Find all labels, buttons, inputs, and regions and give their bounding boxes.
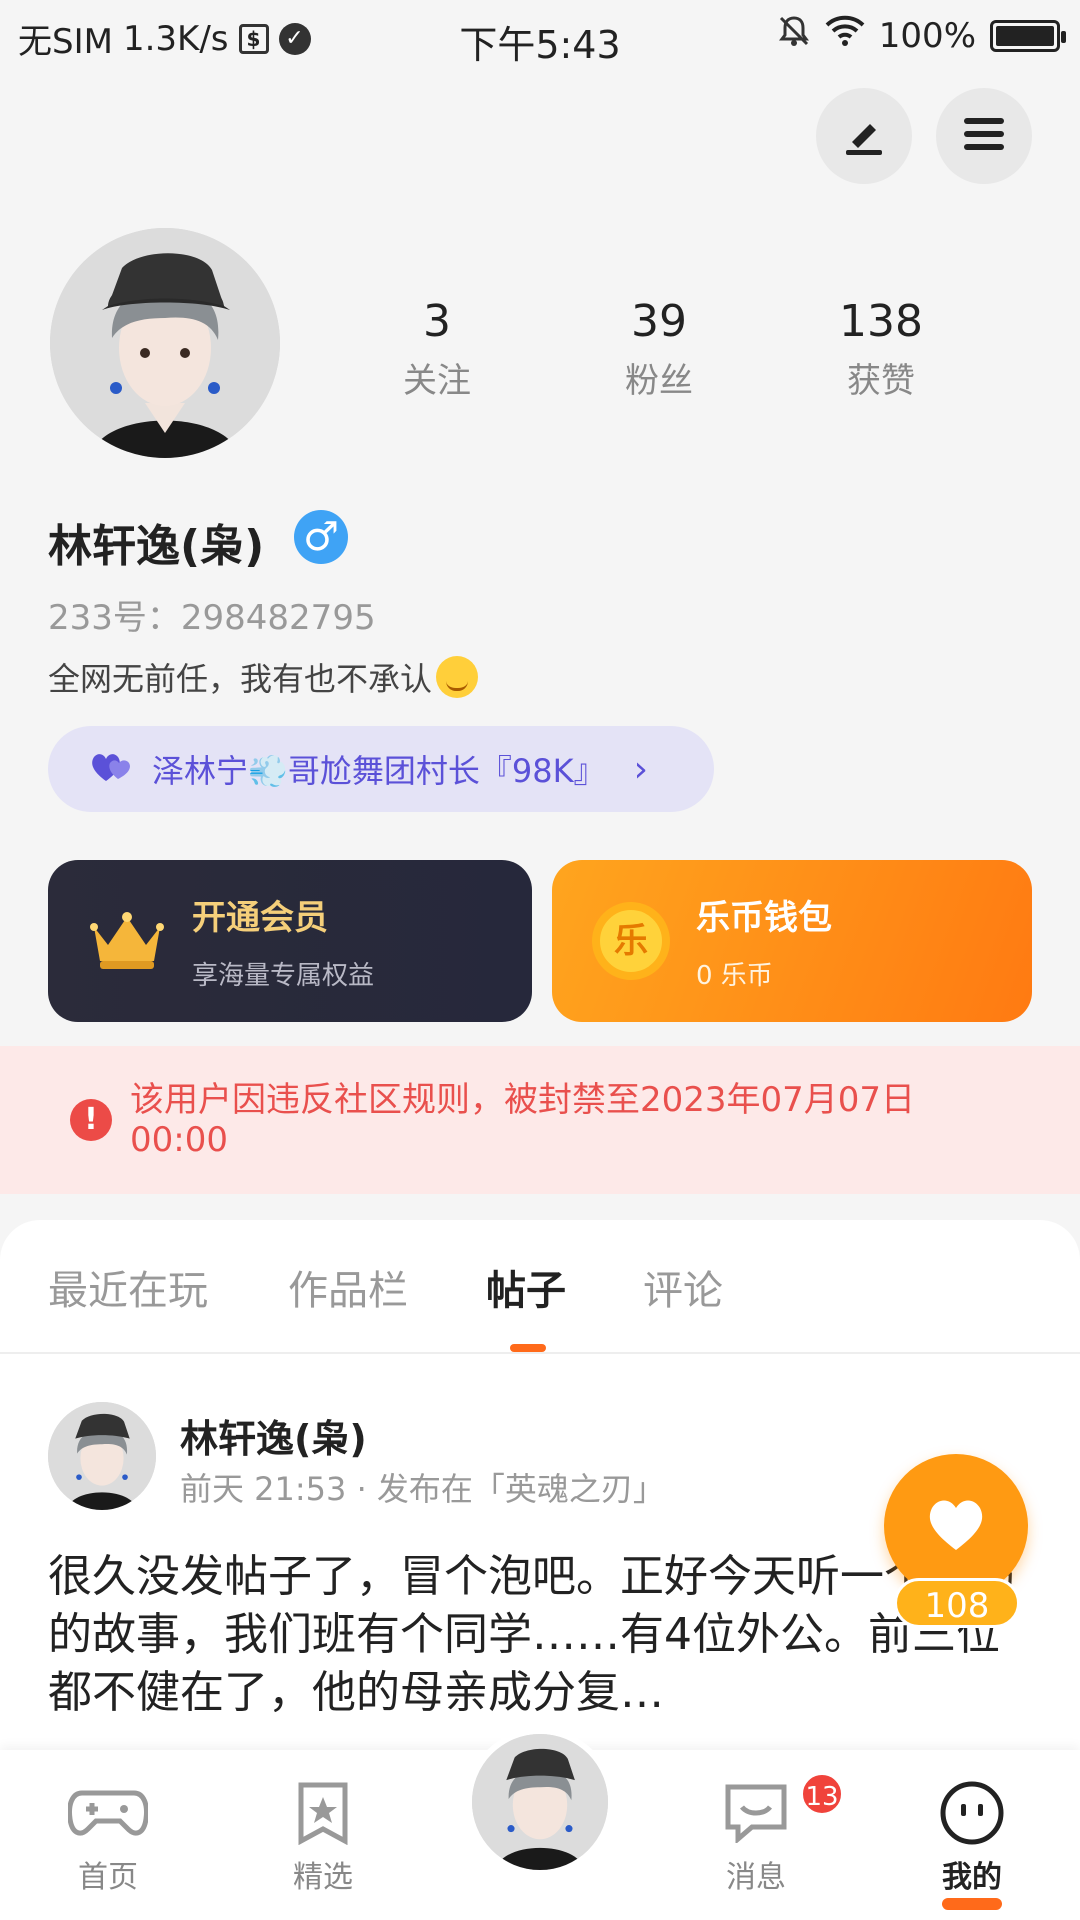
chevron-right-icon: › bbox=[633, 748, 648, 790]
center-avatar-button[interactable] bbox=[466, 1728, 614, 1876]
gamepad-icon bbox=[68, 1778, 148, 1848]
username: 林轩逸(枭) bbox=[48, 521, 265, 572]
vip-title: 开通会员 bbox=[192, 898, 328, 938]
hearts-icon bbox=[88, 749, 136, 789]
profile-avatar[interactable] bbox=[50, 228, 280, 458]
user-id[interactable]: 233号：298482795 bbox=[48, 590, 376, 639]
post-meta: 前天 21:53 · 发布在「英魂之刃」 bbox=[180, 1470, 665, 1508]
nav-home[interactable]: 首页 bbox=[38, 1778, 178, 1896]
post-body[interactable]: 很久没发帖子了，冒个泡吧。正好今天听一个悲伤的故事，我们班有个同学……有4位外公… bbox=[48, 1548, 1018, 1722]
stat-following[interactable]: 3 关注 bbox=[337, 296, 537, 402]
coin-icon: 乐 bbox=[592, 902, 670, 980]
tab-recent-play[interactable]: 最近在玩 bbox=[48, 1258, 208, 1316]
stat-label: 获赞 bbox=[847, 361, 915, 401]
battery-percent: 100% bbox=[878, 15, 976, 56]
star-bookmark-icon bbox=[283, 1778, 363, 1848]
bio: 全网无前任，我有也不承认 bbox=[48, 654, 479, 700]
tab-works[interactable]: 作品栏 bbox=[288, 1258, 408, 1316]
tongue-emoji-icon bbox=[436, 656, 479, 698]
stat-value: 138 bbox=[839, 296, 923, 347]
post-author-name[interactable]: 林轩逸(枭) bbox=[180, 1408, 367, 1463]
heart-icon bbox=[924, 1496, 988, 1556]
wallet-card[interactable]: 乐 乐币钱包 0 乐币 bbox=[552, 860, 1032, 1022]
nav-me[interactable]: 我的 bbox=[902, 1778, 1042, 1910]
status-bar: 无SIM 1.3K/s $ ✓ 下午5:43 100% bbox=[0, 0, 1080, 70]
vip-subtitle: 享海量专属权益 bbox=[192, 961, 375, 991]
nav-label: 首页 bbox=[78, 1860, 138, 1895]
face-icon bbox=[932, 1778, 1012, 1848]
like-count: 108 bbox=[894, 1578, 1020, 1628]
vip-card[interactable]: 开通会员 享海量专属权益 bbox=[48, 860, 532, 1022]
battery-icon bbox=[990, 19, 1066, 52]
stat-label: 粉丝 bbox=[625, 361, 693, 401]
active-tab-indicator bbox=[510, 1344, 546, 1352]
wallet-title: 乐币钱包 bbox=[696, 898, 832, 938]
group-name: 泽林宁💨哥尬舞团村长『98K』 bbox=[152, 752, 606, 790]
nav-label: 我的 bbox=[942, 1860, 1002, 1895]
stat-likes[interactable]: 138 获赞 bbox=[781, 296, 981, 402]
nav-label: 精选 bbox=[293, 1860, 353, 1895]
bio-text: 全网无前任，我有也不承认 bbox=[48, 660, 433, 698]
mute-bell-icon bbox=[777, 14, 811, 57]
active-nav-indicator bbox=[942, 1898, 1002, 1910]
crown-icon bbox=[88, 909, 166, 973]
warning-icon: ! bbox=[70, 1099, 112, 1141]
chat-icon: 13 bbox=[716, 1772, 844, 1848]
ban-notice: ! 该用户因违反社区规则，被封禁至2023年07月07日 00:00 bbox=[0, 1046, 1080, 1194]
stat-value: 3 bbox=[423, 296, 451, 347]
profile-tabs: 最近在玩 作品栏 帖子 评论 bbox=[0, 1258, 1080, 1352]
male-gender-icon: ♂ bbox=[294, 510, 348, 564]
tab-comments[interactable]: 评论 bbox=[643, 1258, 723, 1316]
menu-icon bbox=[960, 110, 1008, 162]
edit-icon bbox=[840, 110, 888, 162]
nav-label: 消息 bbox=[726, 1860, 786, 1895]
nav-messages[interactable]: 13 消息 bbox=[686, 1772, 844, 1896]
group-pill[interactable]: 泽林宁💨哥尬舞团村长『98K』 › bbox=[48, 726, 714, 812]
message-badge: 13 bbox=[800, 1772, 844, 1816]
edit-profile-button[interactable] bbox=[816, 88, 912, 184]
like-button[interactable] bbox=[884, 1454, 1028, 1598]
ban-text: 该用户因违反社区规则，被封禁至2023年07月07日 00:00 bbox=[130, 1080, 916, 1160]
stat-followers[interactable]: 39 粉丝 bbox=[559, 296, 759, 402]
bottom-nav: 首页 精选 13 消息 我的 bbox=[0, 1728, 1080, 1920]
stat-value: 39 bbox=[631, 296, 687, 347]
nav-featured[interactable]: 精选 bbox=[253, 1778, 393, 1896]
wifi-icon bbox=[825, 15, 865, 56]
divider bbox=[0, 1352, 1080, 1354]
stat-label: 关注 bbox=[403, 361, 471, 401]
menu-button[interactable] bbox=[936, 88, 1032, 184]
tab-posts[interactable]: 帖子 bbox=[486, 1258, 566, 1316]
post-author-avatar[interactable] bbox=[48, 1402, 156, 1510]
wallet-subtitle: 0 乐币 bbox=[696, 961, 773, 991]
